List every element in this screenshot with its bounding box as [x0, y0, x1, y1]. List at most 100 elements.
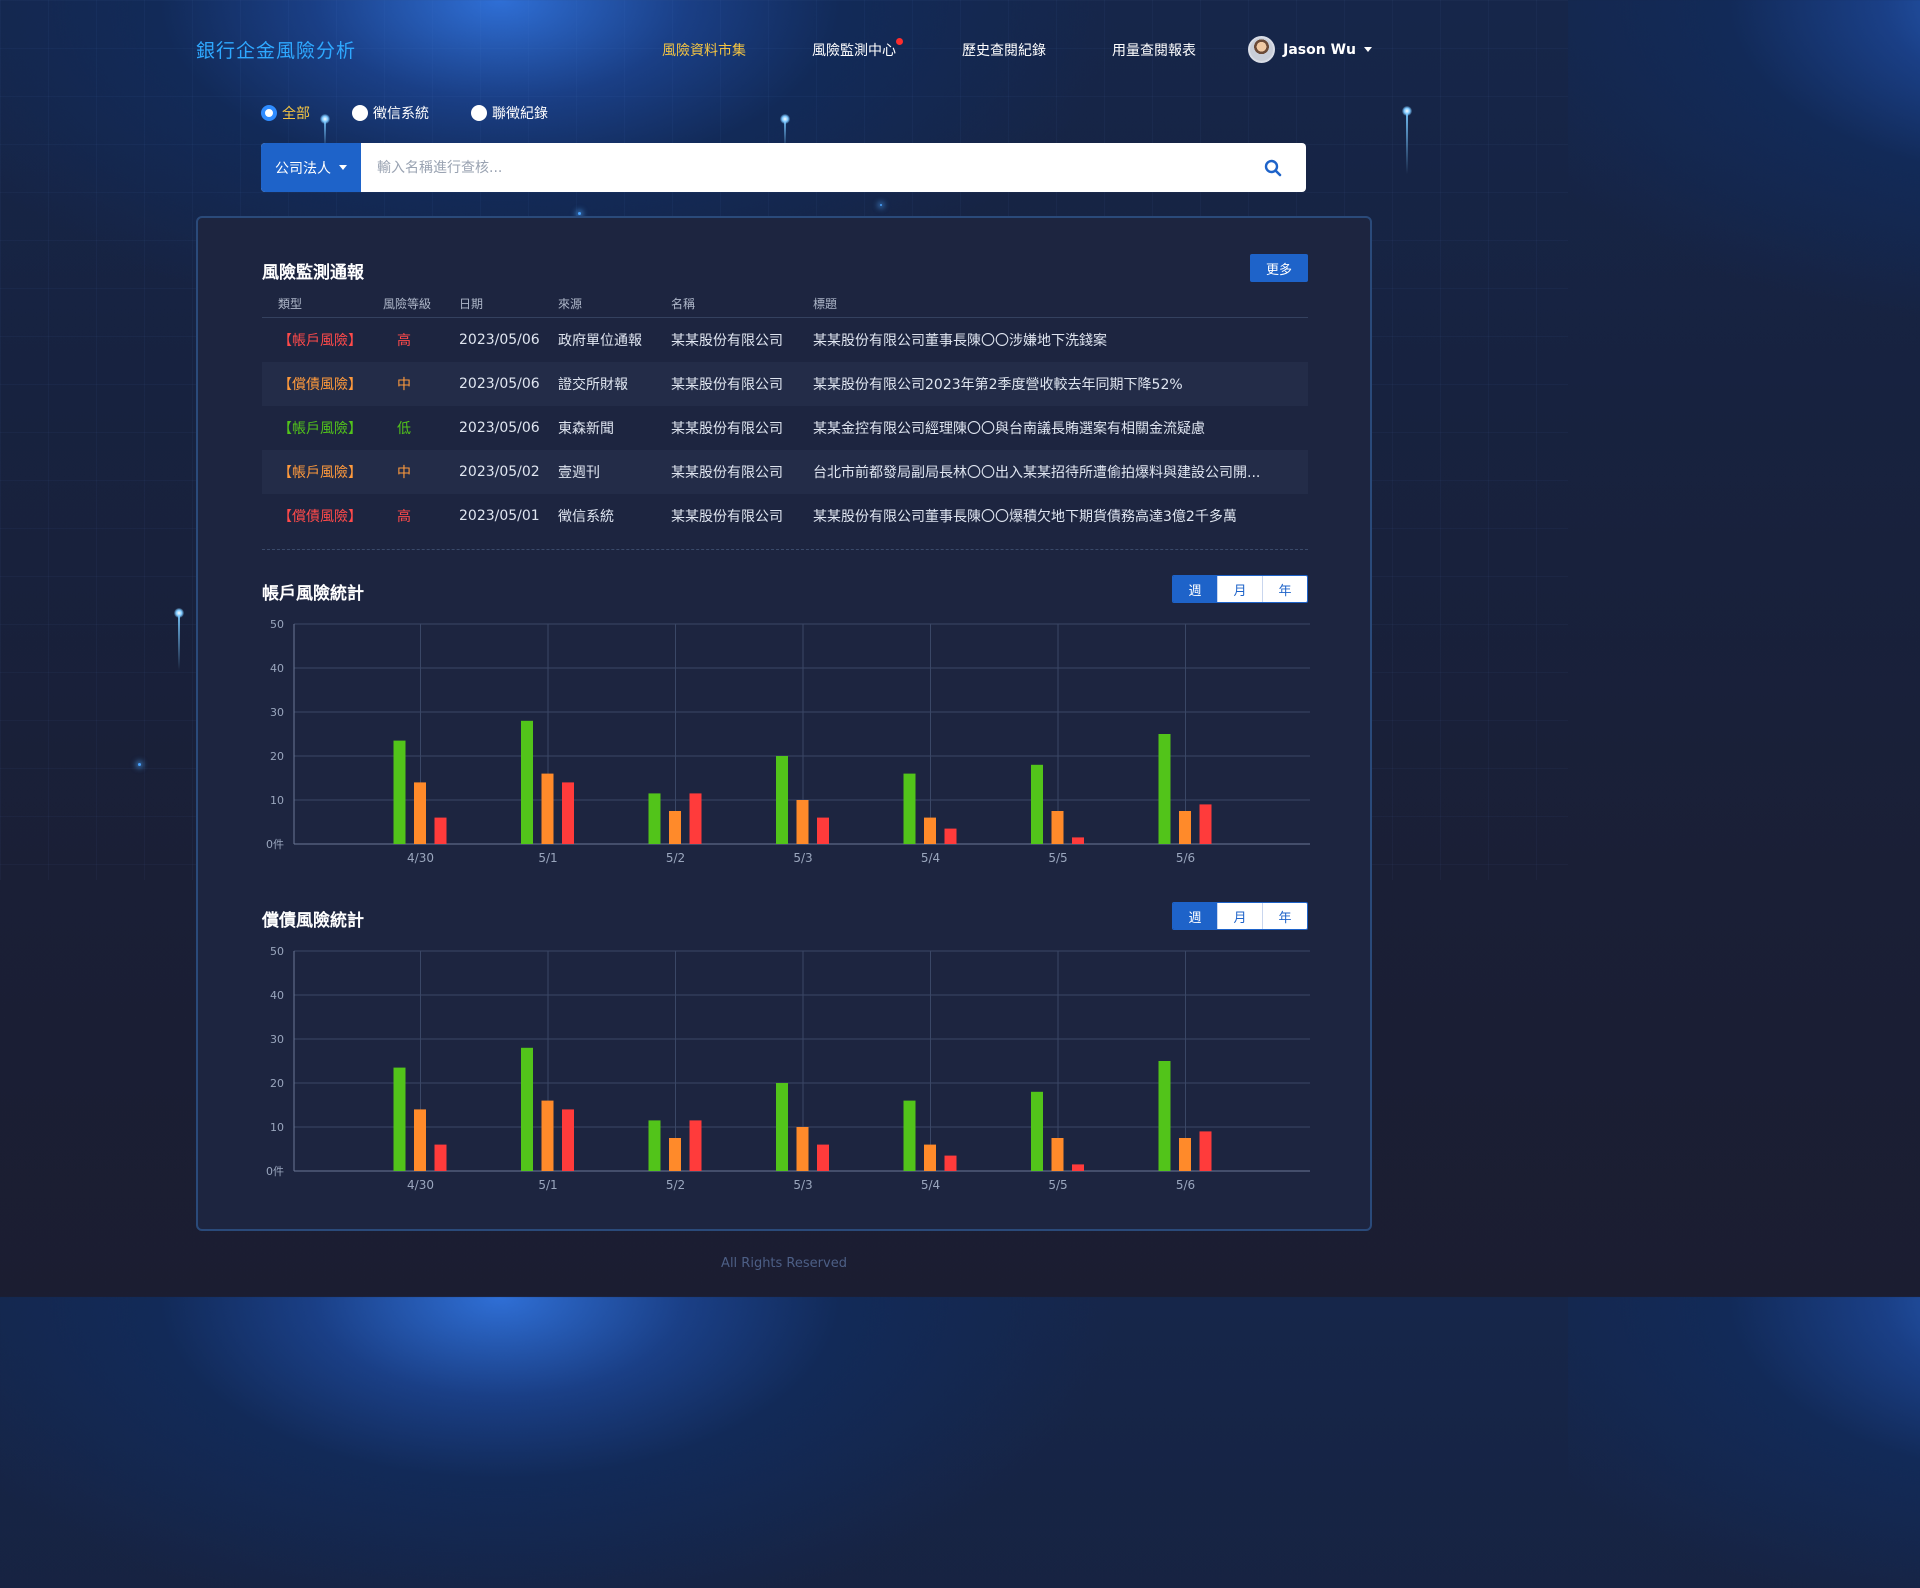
row-name: 某某股份有限公司 [671, 333, 783, 349]
row-level: 高 [397, 333, 411, 349]
bar [903, 1100, 916, 1171]
nav-item-risk-monitoring-center[interactable]: 風險監測中心 [812, 38, 903, 60]
row-title[interactable]: 某某股份有限公司董事長陳〇〇涉嫌地下洗錢案 [813, 330, 1308, 350]
y-tick-label: 10 [270, 1121, 284, 1134]
table-row[interactable]: 【償債風險】 中 2023/05/06 證交所財報 某某股份有限公司 某某股份有… [262, 362, 1308, 406]
radio-checked-icon [261, 105, 277, 121]
nav-item-history[interactable]: 歷史查閱紀錄 [962, 40, 1046, 60]
y-tick-label: 20 [270, 750, 284, 763]
radio-unchecked-icon [352, 105, 368, 121]
x-tick-label: 5/6 [1176, 851, 1195, 865]
bar [434, 817, 447, 844]
period-month-button[interactable]: 月 [1217, 903, 1262, 929]
bar [924, 1144, 936, 1171]
row-date: 2023/05/06 [459, 420, 540, 436]
row-type: 【償債風險】 [278, 509, 362, 525]
y-tick-label: 30 [270, 706, 284, 719]
table-row[interactable]: 【償債風險】 高 2023/05/01 徵信系統 某某股份有限公司 某某股份有限… [262, 494, 1308, 538]
bar [776, 756, 788, 844]
row-title[interactable]: 某某股份有限公司董事長陳〇〇爆積欠地下期貨債務高達3億2千多萬 [813, 506, 1308, 526]
row-level: 高 [397, 509, 411, 525]
y-tick-label: 0件 [266, 1165, 284, 1178]
search-type-dropdown[interactable]: 公司法人 [261, 143, 361, 192]
background-star [880, 204, 882, 206]
row-name: 某某股份有限公司 [671, 377, 783, 393]
row-type: 【帳戶風險】 [278, 333, 362, 349]
radio-jcic-record[interactable]: 聯徵紀錄 [471, 103, 548, 123]
period-year-button[interactable]: 年 [1262, 903, 1307, 929]
table-body: 【帳戶風險】 高 2023/05/06 政府單位通報 某某股份有限公司 某某股份… [262, 318, 1308, 538]
search-input[interactable] [361, 143, 1240, 192]
top-header: 銀行企金風險分析 風險資料市集 風險監測中心 歷史查閱紀錄 用量查閱報表 Jas… [196, 34, 1372, 66]
bar [1199, 1131, 1212, 1171]
y-tick-label: 50 [270, 618, 284, 631]
bar [944, 828, 957, 844]
bar [648, 1120, 661, 1171]
period-month-button[interactable]: 月 [1217, 576, 1262, 602]
debt-risk-title: 償債風險統計 [262, 911, 364, 931]
row-level: 中 [397, 377, 411, 393]
bar [689, 793, 702, 844]
row-source: 徵信系統 [558, 509, 614, 525]
row-source: 政府單位通報 [558, 333, 642, 349]
period-week-button[interactable]: 週 [1173, 576, 1217, 602]
row-title[interactable]: 台北市前都發局副局長林〇〇出入某某招待所遭偷拍爆料與建設公司開... [813, 462, 1308, 482]
bar [562, 782, 574, 844]
table-row[interactable]: 【帳戶風險】 中 2023/05/02 壹週刊 某某股份有限公司 台北市前都發局… [262, 450, 1308, 494]
bar [1158, 1061, 1171, 1171]
row-date: 2023/05/06 [459, 332, 540, 348]
bar [903, 773, 916, 844]
brand-title[interactable]: 銀行企金風險分析 [196, 36, 356, 63]
period-week-button[interactable]: 週 [1173, 903, 1217, 929]
nav-item-risk-data-market[interactable]: 風險資料市集 [662, 40, 746, 60]
row-level: 中 [397, 465, 411, 481]
column-header: 名稱 [671, 297, 696, 311]
x-tick-label: 5/2 [666, 851, 685, 865]
row-date: 2023/05/02 [459, 464, 540, 480]
bar [1051, 811, 1064, 844]
row-title[interactable]: 某某金控有限公司經理陳〇〇與台南議長賄選案有相關金流疑慮 [813, 418, 1308, 438]
bar [944, 1155, 957, 1171]
x-tick-label: 5/4 [921, 1178, 940, 1192]
alerts-title: 風險監測通報 [262, 263, 364, 283]
period-year-button[interactable]: 年 [1262, 576, 1307, 602]
row-date: 2023/05/01 [459, 508, 540, 524]
bar [669, 1138, 681, 1171]
bar [924, 817, 936, 844]
bar [393, 1067, 406, 1171]
radio-credit-system[interactable]: 徵信系統 [352, 103, 429, 123]
nav-label: 風險資料市集 [662, 43, 746, 59]
search-type-label: 公司法人 [275, 160, 331, 177]
bar [1031, 764, 1043, 844]
bar [521, 1047, 533, 1171]
nav-label: 用量查閱報表 [1112, 43, 1196, 59]
column-header: 日期 [459, 297, 484, 311]
bar [817, 1144, 829, 1171]
bar [414, 1109, 426, 1171]
row-name: 某某股份有限公司 [671, 509, 783, 525]
nav-item-usage-report[interactable]: 用量查閱報表 [1112, 40, 1196, 60]
x-tick-label: 5/5 [1048, 1178, 1067, 1192]
main-nav: 風險資料市集 風險監測中心 歷史查閱紀錄 用量查閱報表 [662, 38, 1262, 60]
period-toggle: 週 月 年 [1172, 902, 1308, 930]
row-name: 某某股份有限公司 [671, 465, 783, 481]
user-menu[interactable]: Jason Wu [1248, 36, 1372, 63]
x-tick-label: 4/30 [407, 851, 434, 865]
table-row[interactable]: 【帳戶風險】 高 2023/05/06 政府單位通報 某某股份有限公司 某某股份… [262, 318, 1308, 362]
background-star [578, 212, 581, 215]
bar [1179, 811, 1191, 844]
more-button[interactable]: 更多 [1250, 254, 1308, 282]
row-level: 低 [397, 421, 411, 437]
table-row[interactable]: 【帳戶風險】 低 2023/05/06 東森新聞 某某股份有限公司 某某金控有限… [262, 406, 1308, 450]
account-risk-title: 帳戶風險統計 [262, 584, 364, 604]
column-header: 風險等級 [383, 297, 432, 311]
row-type: 【帳戶風險】 [278, 421, 362, 437]
bar [817, 817, 829, 844]
y-tick-label: 50 [270, 945, 284, 958]
column-header: 標題 [813, 297, 838, 311]
bar [1072, 837, 1084, 844]
search-button[interactable] [1240, 143, 1306, 192]
row-title[interactable]: 某某股份有限公司2023年第2季度營收較去年同期下降52% [813, 374, 1308, 394]
radio-all[interactable]: 全部 [261, 103, 310, 123]
x-tick-label: 5/1 [538, 1178, 557, 1192]
